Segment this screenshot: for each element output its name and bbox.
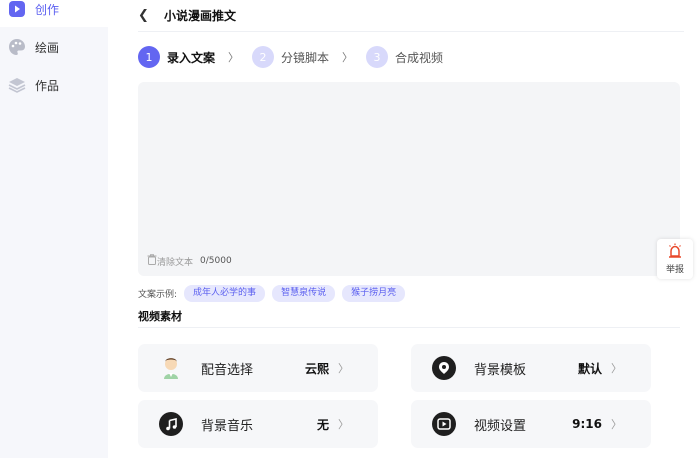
header: ❮ 小说漫画推文 (138, 0, 684, 32)
sidebar-item-works[interactable]: 作品 (0, 67, 108, 103)
examples-label: 文案示例: (138, 290, 178, 300)
palette-icon (8, 38, 26, 56)
chevron-right-icon: 〉 (228, 51, 240, 64)
card-value: 无 (316, 417, 329, 432)
card-label: 背景音乐 (201, 418, 254, 434)
text-editor[interactable]: 清除文本 0/5000 (138, 82, 680, 276)
example-tag[interactable]: 智慧泉传说 (272, 285, 336, 302)
report-label: 举报 (665, 265, 684, 275)
chevron-right-icon: 〉 (611, 418, 622, 431)
card-label: 配音选择 (201, 362, 254, 378)
trash-icon[interactable] (147, 254, 157, 268)
music-icon (159, 412, 183, 436)
example-tag[interactable]: 成年人必学的事 (184, 285, 266, 302)
report-button[interactable]: 举报 (657, 239, 693, 279)
clear-text-button[interactable]: 清除文本 (157, 255, 193, 268)
sidebar: 创作 绘画 作品 (0, 0, 108, 458)
card-value: 9:16 (572, 417, 602, 431)
step-number: 1 (138, 46, 160, 68)
template-icon (432, 356, 456, 380)
background-music-card[interactable]: 背景音乐 无 〉 (138, 400, 378, 448)
examples-row: 文案示例: 成年人必学的事 智慧泉传说 猴子捞月亮 (138, 285, 406, 302)
voice-select-card[interactable]: 配音选择 云熙 〉 (138, 344, 378, 392)
card-label: 背景模板 (474, 362, 527, 378)
main-panel: ❮ 小说漫画推文 1 录入文案 〉 2 分镜脚本 〉 3 合成视频 清除文本 0… (122, 0, 700, 458)
step-number: 3 (366, 46, 389, 68)
play-square-icon (8, 0, 26, 18)
card-value: 云熙 (304, 361, 329, 376)
sidebar-item-label: 作品 (35, 78, 60, 93)
step-number: 2 (252, 46, 275, 68)
sidebar-item-label: 创作 (35, 2, 60, 17)
avatar-icon (159, 356, 183, 380)
page-title: 小说漫画推文 (164, 9, 237, 23)
chevron-right-icon: 〉 (338, 418, 349, 431)
layers-icon (8, 76, 26, 94)
alarm-icon (667, 243, 683, 262)
card-value: 默认 (577, 361, 602, 376)
chevron-right-icon: 〉 (342, 51, 354, 64)
card-label: 视频设置 (474, 418, 527, 434)
example-tag[interactable]: 猴子捞月亮 (342, 285, 406, 302)
video-settings-card[interactable]: 视频设置 9:16 〉 (411, 400, 651, 448)
step-label: 录入文案 (167, 50, 216, 65)
step-label: 分镜脚本 (281, 50, 330, 65)
chevron-right-icon: 〉 (611, 362, 622, 375)
video-settings-icon (432, 412, 456, 436)
sidebar-item-painting[interactable]: 绘画 (0, 29, 108, 65)
sidebar-item-create[interactable]: 创作 (0, 0, 108, 27)
step-label: 合成视频 (395, 50, 444, 65)
section-title: 视频素材 (138, 308, 680, 328)
editor-footer: 清除文本 0/5000 (147, 254, 232, 268)
background-template-card[interactable]: 背景模板 默认 〉 (411, 344, 651, 392)
sidebar-item-label: 绘画 (35, 40, 60, 55)
step-indicator: 1 录入文案 〉 2 分镜脚本 〉 3 合成视频 (138, 45, 443, 69)
back-arrow-icon[interactable]: ❮ (138, 8, 164, 23)
char-count: 0/5000 (200, 256, 232, 266)
chevron-right-icon: 〉 (338, 362, 349, 375)
